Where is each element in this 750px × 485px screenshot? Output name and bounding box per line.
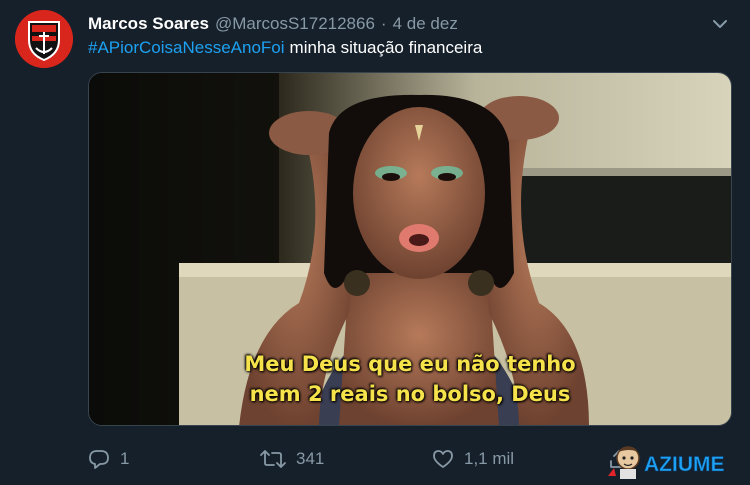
more-options-button[interactable] — [710, 12, 730, 36]
hashtag-link[interactable]: #APiorCoisaNesseAnoFoi — [88, 38, 285, 57]
watermark-text: AZIUME — [644, 453, 725, 476]
mascot-icon: AZIUME — [608, 446, 725, 479]
caption-line-2: nem 2 reais no bolso, Deus — [249, 382, 571, 406]
caption-line-1: Meu Deus que eu não tenho — [244, 352, 576, 376]
like-button[interactable]: 1,1 mil — [432, 446, 514, 472]
tweet-text: #APiorCoisaNesseAnoFoi minha situação fin… — [88, 38, 482, 58]
like-count: 1,1 mil — [464, 449, 515, 468]
crest-icon — [15, 10, 73, 68]
retweet-icon — [260, 450, 286, 468]
meme-caption: Meu Deus que eu não tenho nem 2 reais no… — [89, 349, 731, 409]
retweet-count: 341 — [296, 449, 325, 468]
tweet-media[interactable]: Meu Deus que eu não tenho nem 2 reais no… — [88, 72, 732, 426]
avatar[interactable] — [15, 10, 73, 68]
retweet-button[interactable]: 341 — [260, 446, 324, 472]
like-icon — [433, 450, 453, 468]
author-name[interactable]: Marcos Soares — [88, 14, 209, 34]
chevron-down-icon — [713, 20, 727, 28]
tweet-date[interactable]: 4 de dez — [393, 14, 458, 34]
separator: · — [380, 14, 387, 33]
reply-button[interactable]: 1 — [88, 446, 129, 472]
author-handle[interactable]: @MarcosS17212866 — [215, 14, 375, 34]
tweet-body: minha situação financeira — [289, 38, 483, 57]
tweet-header: Marcos Soares @MarcosS17212866 · 4 de de… — [88, 12, 730, 36]
reply-count: 1 — [120, 449, 130, 468]
reply-icon — [89, 450, 109, 469]
site-watermark: AZIUME — [600, 440, 750, 480]
